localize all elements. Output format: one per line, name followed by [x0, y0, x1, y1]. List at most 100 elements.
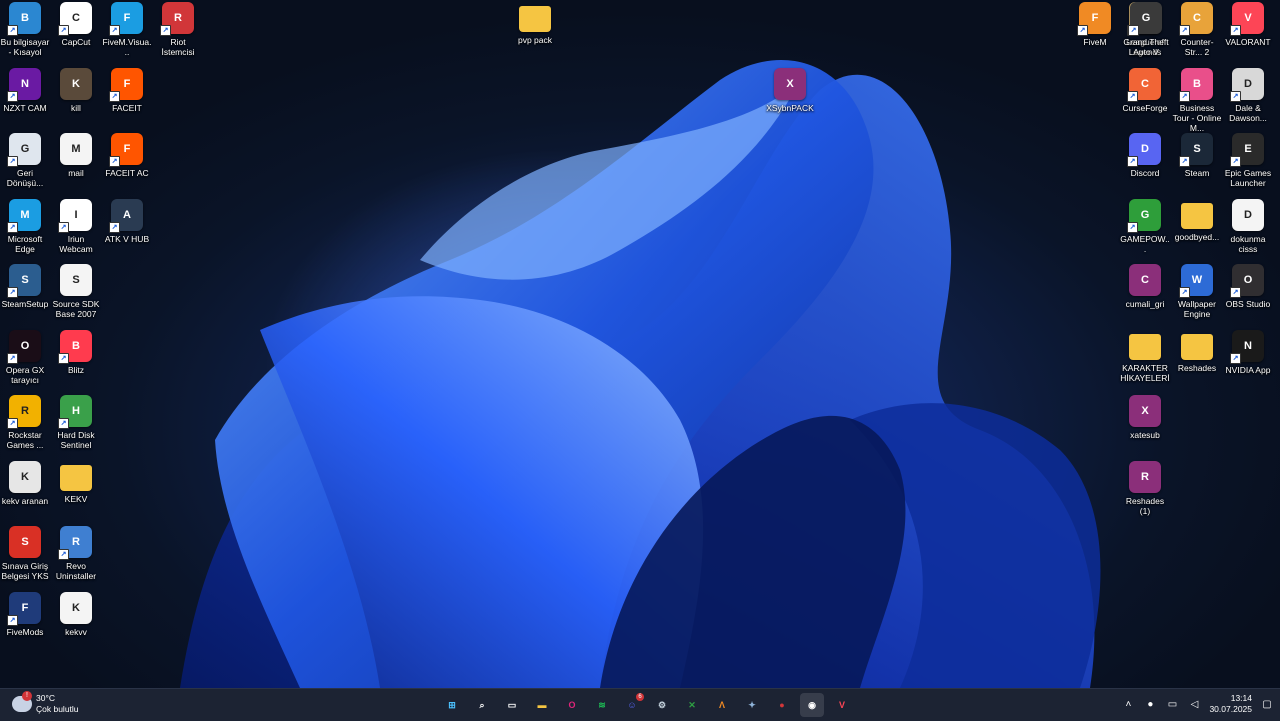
file-explorer-button[interactable]: ▬	[530, 693, 554, 717]
desktop-icon-label: Opera GX tarayıcı	[5, 364, 45, 385]
desktop-icon-steamsetup[interactable]: S ↗ SteamSetup	[0, 264, 50, 309]
desktop-icon-epic-games-launcher[interactable]: E ↗ Epic Games Launcher	[1223, 133, 1273, 188]
chevron-up-icon[interactable]: ˄	[1121, 699, 1135, 710]
desktop-icon-steam[interactable]: S ↗ Steam	[1172, 133, 1222, 178]
desktop-icon-karakter-hi-kayeleri[interactable]: KARAKTER HİKAYELERİ	[1120, 330, 1170, 383]
desktop-icon-gamepow[interactable]: G ↗ GAMEPOW...	[1120, 198, 1170, 254]
desktop-icon-label: OBS Studio	[1225, 299, 1271, 309]
start-button[interactable]: ⊞	[440, 693, 464, 717]
desktop-icon-capcut[interactable]: C ↗ CapCut	[51, 2, 101, 47]
desktop-icon-nvidia-app[interactable]: N ↗ NVIDIA App	[1223, 329, 1273, 375]
desktop-icon-label: Counter-Str... 2	[1180, 37, 1214, 57]
wallpaper-engine-icon: W ↗	[1179, 264, 1213, 298]
desktop-icon-xsybnpack[interactable]: X XSybnPACK	[765, 67, 815, 113]
desktop-icon-kekv[interactable]: KEKV	[51, 461, 101, 504]
desktop-icon-label: GAMEPOW...	[1120, 233, 1170, 254]
obs-button[interactable]: ◉	[800, 693, 824, 717]
desktop-icon-fivem-visua[interactable]: F ↗ FiveM.Visua...	[102, 2, 152, 57]
desktop-icon-label: KARAKTER HİKAYELERİ	[1120, 362, 1170, 383]
desktop-icon-kekvv[interactable]: Kkekvv	[51, 591, 101, 637]
desktop-icon-wallpaper-engine[interactable]: W ↗ Wallpaper Engine	[1172, 264, 1222, 319]
shortcut-arrow-icon: ↗	[1230, 156, 1241, 167]
desktop-icon-label: Riot İstemcisi	[161, 37, 195, 57]
desktop-icon-goodbyed[interactable]: goodbyed...	[1172, 199, 1222, 242]
weather-temperature: 30°C	[36, 693, 55, 703]
desktop-icon-nzxt-cam[interactable]: N ↗ NZXT CAM	[0, 67, 50, 113]
xbox-button[interactable]: ✕	[680, 693, 704, 717]
desktop-icon-business-tour-online-m[interactable]: B ↗ Business Tour - Online M...	[1172, 67, 1222, 133]
desktop-icon-counter-str-2[interactable]: C ↗ Counter-Str... 2	[1172, 2, 1222, 57]
desktop-icon-dokunma-cisss[interactable]: Ddokunma cisss	[1223, 198, 1273, 254]
obs-icon: O ↗	[1230, 264, 1264, 298]
desktop-icon-fivemods[interactable]: F ↗ FiveMods	[0, 591, 50, 637]
spotify-button[interactable]: ≋	[590, 693, 614, 717]
weather-text: 30°C Çok bulutlu	[36, 693, 79, 715]
desktop-icon-opera-gx-taray-c[interactable]: O ↗ Opera GX tarayıcı	[0, 329, 50, 385]
obs-icon: ◉	[808, 699, 816, 710]
desktop-icon-cumali-gri[interactable]: Ccumali_gri	[1120, 264, 1170, 309]
discord-button[interactable]: ☺ 6	[620, 693, 644, 717]
valorant-button[interactable]: V	[830, 693, 854, 717]
steam-icon: S ↗	[1179, 133, 1213, 167]
desktop-icon-rockstar-games[interactable]: R ↗ Rockstar Games ...	[0, 395, 50, 450]
desktop-icon-xatesub[interactable]: Xxatesub	[1120, 395, 1170, 440]
valorant-icon: V	[838, 700, 845, 710]
desktop-icon-hard-disk-sentinel[interactable]: H ↗ Hard Disk Sentinel	[51, 395, 101, 450]
desktop-icon-label: Reshades (1)	[1125, 495, 1165, 516]
riot-button[interactable]: ●	[770, 693, 794, 717]
desktop-icon-reshades[interactable]: Reshades	[1172, 330, 1222, 373]
desktop-icon-revo-uninstaller[interactable]: R ↗ Revo Uninstaller	[51, 526, 101, 581]
desktop-icon-fivem[interactable]: F ↗ FiveM	[1070, 2, 1120, 47]
desktop-icon-faceit-ac[interactable]: F ↗ FACEIT AC	[102, 133, 152, 178]
fivem-button[interactable]: Λ	[710, 693, 734, 717]
desktop-icon-label: Dale & Dawson...	[1229, 102, 1267, 123]
desktop-icon-label: CurseForge	[1122, 102, 1168, 113]
desktop-icon-discord[interactable]: D ↗ Discord	[1120, 133, 1170, 178]
desktop-icon-riot-i-stemcisi[interactable]: R ↗ Riot İstemcisi	[153, 2, 203, 57]
app-icon: ✦	[748, 699, 756, 710]
desktop-icon-geri-d-n[interactable]: G ↗ Geri Dönüşü...	[0, 133, 50, 188]
desktop-icon-label: Wallpaper Engine	[1178, 299, 1216, 319]
desktop-icon-curseforge[interactable]: C ↗ CurseForge	[1120, 67, 1170, 113]
clock[interactable]: 13:14 30.07.2025	[1209, 693, 1252, 715]
desktop-icon-microsoft-edge[interactable]: M ↗ Microsoft Edge	[0, 198, 50, 254]
desktop-icon-source-sdk-base-2007[interactable]: S Source SDK Base 2007	[51, 264, 101, 319]
gta-icon: G ↗	[1128, 2, 1162, 36]
desktop-icon-dale-dawson[interactable]: D ↗ Dale & Dawson...	[1223, 67, 1273, 123]
desktop-icon-bu-bilgisayar-k-sayol[interactable]: B ↗ Bu bilgisayar - Kısayol	[0, 2, 50, 57]
microphone-icon[interactable]: ●	[1143, 699, 1157, 710]
notification-icon[interactable]: ▢	[1260, 699, 1274, 710]
opera-gx-button[interactable]: O	[560, 693, 584, 717]
business-tour-icon: B ↗	[1179, 67, 1213, 102]
task-view-button[interactable]: ▭	[500, 693, 524, 717]
spotify-icon: ≋	[598, 699, 606, 710]
shortcut-arrow-icon: ↗	[58, 418, 69, 429]
speaker-icon[interactable]: ◁	[1187, 699, 1201, 710]
weather-widget[interactable]: ! 30°C Çok bulutlu	[12, 691, 79, 715]
desktop-icon-mail[interactable]: Mmail	[51, 133, 101, 178]
desktop-icon-label: Grand Theft Auto V	[1123, 37, 1169, 57]
desktop-icon-grand-theft-auto-v[interactable]: G ↗ Grand Theft Auto V	[1121, 2, 1171, 57]
desktop-icon-faceit[interactable]: F ↗ FACEIT	[102, 67, 152, 113]
desktop-icon-valorant[interactable]: V ↗ VALORANT	[1223, 2, 1273, 47]
app-button[interactable]: ✦	[740, 693, 764, 717]
search-button[interactable]: ⌕	[470, 693, 494, 717]
desktop-icon-kill[interactable]: Kkill	[51, 67, 101, 113]
desktop-icon-obs-studio[interactable]: O ↗ OBS Studio	[1223, 264, 1273, 309]
desktop-icon-pvp-pack[interactable]: pvp pack	[510, 2, 560, 45]
desktop-icon-blitz[interactable]: B ↗ Blitz	[51, 329, 101, 375]
desktop-icon-iriun-webcam[interactable]: I ↗ Iriun Webcam	[51, 198, 101, 254]
desktop-icon-atk-v-hub[interactable]: A ↗ ATK V HUB	[102, 198, 152, 244]
revo-icon: R ↗	[58, 526, 92, 560]
desktop-icon-reshades-1[interactable]: R Reshades (1)	[1120, 460, 1170, 516]
desktop-icon-s-nava-giri-belgesi-yks[interactable]: S Sınava Giriş Belgesi YKS	[0, 526, 50, 581]
fivem-icon: F ↗	[1077, 2, 1111, 36]
desktop-icon-kekv-aranan[interactable]: Kkekv aranan	[0, 460, 50, 506]
network-icon[interactable]: ▭	[1165, 699, 1179, 710]
steam-button[interactable]: ⚙	[650, 693, 674, 717]
shortcut-arrow-icon: ↗	[1179, 25, 1190, 36]
opera-gx-icon: O ↗	[7, 329, 41, 364]
desktop-icon-label: Epic Games Launcher	[1224, 168, 1272, 188]
desktop-icon-label: NZXT CAM	[3, 102, 47, 113]
fivem-icon: Λ	[718, 700, 725, 710]
